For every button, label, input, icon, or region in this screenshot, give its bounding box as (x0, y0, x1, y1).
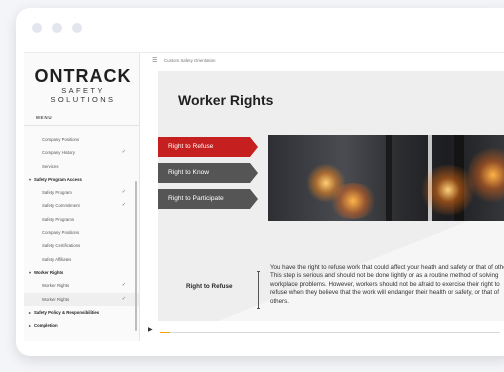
player-controls: ▶ ↻ ◀ (140, 323, 504, 341)
sidebar-item-label: Safety Programs (42, 216, 75, 222)
sidebar-item-label: Safety Commitment (42, 203, 80, 209)
sidebar-item-label: Safety Affiliates (42, 256, 72, 262)
sidebar-section[interactable]: ▾ Safety Program Access (24, 173, 139, 186)
progress-fill (160, 332, 171, 333)
logo-wordmark: ONTRACK (34, 66, 132, 86)
menu-label: MENU (36, 115, 53, 120)
sidebar-item-label: Company Positions (42, 230, 80, 236)
sidebar-item[interactable]: Safety Certifications (24, 239, 139, 252)
sidebar-item[interactable]: Worker Rights ✓ (24, 292, 139, 306)
logo-tagline: SAFETY SOLUTIONS (50, 86, 116, 104)
chevron-right-icon: ▸ (29, 309, 32, 315)
topbar: ☰ Custom Safety Orientation (140, 53, 504, 69)
content-label: Right to Refuse (186, 283, 233, 290)
checkmark-icon: ✓ (121, 202, 126, 209)
sidebar-section[interactable]: ▸ Completion (24, 319, 139, 332)
photo-pillar (386, 135, 392, 221)
menu-toggle-icon[interactable]: ☰ (152, 57, 157, 64)
sidebar-item[interactable]: Safety Program ✓ (24, 186, 139, 199)
sidebar-item-label: Worker Rights (34, 269, 64, 275)
checkmark-icon: ✓ (121, 282, 126, 289)
sidebar-item[interactable]: Company Positions (24, 133, 139, 146)
sidebar-item-label: Services (42, 163, 59, 169)
sidebar-item[interactable]: Safety Affiliates (24, 253, 139, 266)
main-area: ☰ Custom Safety Orientation Worker Right… (140, 53, 504, 341)
chevron-down-icon: ▾ (29, 176, 32, 182)
menu-divider (24, 125, 139, 126)
welding-sparks-photo (268, 135, 504, 221)
window-dot-close[interactable] (32, 23, 42, 33)
tab-right-to-know[interactable]: Right to Know (158, 163, 258, 183)
sidebar-item[interactable]: Company History ✓ (24, 146, 139, 159)
sidebar-item[interactable]: Company Positions (24, 226, 139, 239)
sidebar-item-label: Worker Rights (42, 296, 70, 302)
sidebar-item[interactable]: Worker Rights ✓ (24, 279, 139, 292)
window-dot-maximize[interactable] (72, 23, 82, 33)
window-controls (32, 23, 82, 33)
checkmark-icon: ✓ (121, 149, 126, 156)
sidebar-scrollbar[interactable] (135, 181, 137, 331)
sidebar-item-label: Company History (42, 150, 75, 156)
course-player: ONTRACK SAFETY SOLUTIONS MENU Company Po… (24, 52, 504, 341)
sidebar-item[interactable]: Safety Commitment ✓ (24, 199, 139, 212)
slide: Worker Rights Right to Refuse Right to K… (158, 71, 504, 321)
sidebar-item-label: Safety Program Access (34, 176, 82, 182)
window-dot-minimize[interactable] (52, 23, 62, 33)
content-body: You have the right to refuse work that c… (270, 264, 504, 305)
sidebar-item-label: Completion (34, 323, 58, 329)
checkmark-icon: ✓ (121, 295, 126, 302)
checkmark-icon: ✓ (121, 189, 126, 196)
sidebar-section[interactable]: ▸ Safety Policy & Responsibilities (24, 306, 139, 319)
sidebar-item-label: Safety Certifications (42, 243, 81, 249)
tab-right-to-participate[interactable]: Right to Participate (158, 189, 258, 209)
course-title: Custom Safety Orientation (164, 58, 216, 63)
sidebar-item-label: Company Positions (42, 137, 80, 142)
play-icon[interactable]: ▶ (148, 326, 153, 333)
sidebar-section[interactable]: ▾ Worker Rights (24, 266, 139, 279)
chevron-down-icon: ▾ (29, 269, 32, 275)
rights-tabs: Right to Refuse Right to Know Right to P… (158, 137, 258, 215)
spark-burst (328, 183, 378, 219)
content-divider (257, 271, 260, 309)
sidebar: ONTRACK SAFETY SOLUTIONS MENU Company Po… (24, 53, 140, 341)
ontrack-logo: ONTRACK SAFETY SOLUTIONS (32, 67, 134, 104)
browser-window: ONTRACK SAFETY SOLUTIONS MENU Company Po… (16, 8, 504, 356)
tab-right-to-refuse[interactable]: Right to Refuse (158, 137, 258, 157)
chevron-right-icon: ▸ (29, 323, 32, 329)
progress-bar[interactable] (160, 332, 500, 333)
sidebar-item-label: Safety Policy & Responsibilities (34, 309, 100, 315)
sidebar-item[interactable]: Safety Programs (24, 213, 139, 226)
sidebar-item-label: Safety Program (42, 190, 72, 196)
slide-title: Worker Rights (178, 92, 274, 108)
sidebar-item-label: Worker Rights (42, 283, 70, 289)
sidebar-menu: Company Positions Company History ✓ Service… (24, 133, 139, 332)
sidebar-item[interactable]: Services (24, 160, 139, 173)
